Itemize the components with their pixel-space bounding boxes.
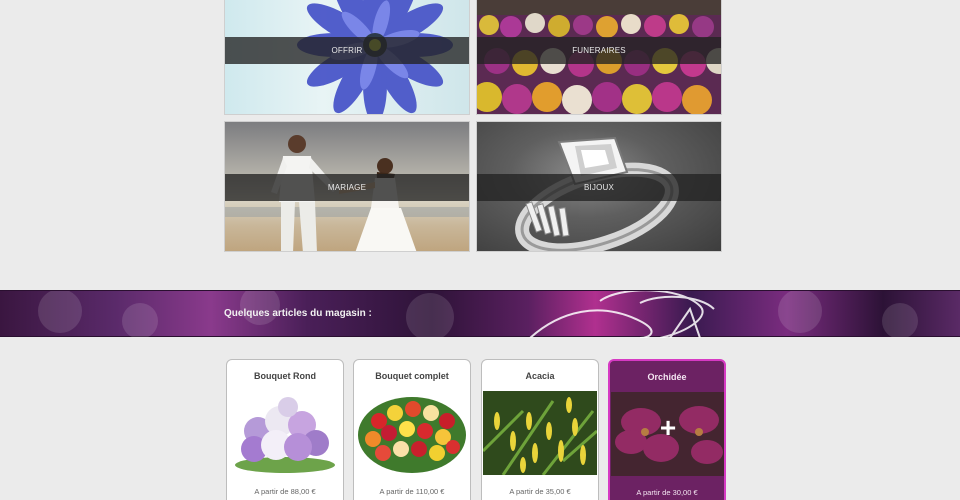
category-tile-funeraires[interactable]: FUNERAIRES <box>476 0 722 115</box>
product-price: A partir de 35,00 € <box>509 487 571 496</box>
product-image-orchidee: + <box>611 392 724 476</box>
product-image-bouquet-complet <box>355 391 469 475</box>
banner-decoration <box>38 291 918 338</box>
product-image-bouquet-rond <box>228 391 342 475</box>
product-price: A partir de 88,00 € <box>254 487 316 496</box>
product-card-acacia[interactable]: Acacia A partir de 35,00 € <box>481 359 599 500</box>
product-card-bouquet-rond[interactable]: Bouquet Rond A partir de 88,00 € <box>226 359 344 500</box>
category-label-offrir: OFFRIR <box>225 37 469 64</box>
product-name: Orchidée <box>647 372 687 382</box>
product-card-orchidee[interactable]: Orchidée + A partir de 30,00 € <box>608 359 726 500</box>
featured-banner: Quelques articles du magasin : <box>0 290 960 338</box>
category-label-bijoux: BIJOUX <box>477 174 721 201</box>
category-label-funeraires: FUNERAIRES <box>477 37 721 64</box>
product-name: Acacia <box>525 371 555 381</box>
product-price: A partir de 110,00 € <box>379 487 445 496</box>
category-tile-mariage[interactable]: MARIAGE <box>224 121 470 252</box>
product-price: A partir de 30,00 € <box>636 488 698 497</box>
product-card-bouquet-complet[interactable]: Bouquet complet A partir de 110,00 € <box>353 359 471 500</box>
product-name: Bouquet complet <box>375 371 449 381</box>
product-name: Bouquet Rond <box>254 371 316 381</box>
category-tile-offrir[interactable]: OFFRIR <box>224 0 470 115</box>
category-tile-bijoux[interactable]: BIJOUX <box>476 121 722 252</box>
product-image-acacia <box>483 391 597 475</box>
plus-icon[interactable]: + <box>611 414 724 442</box>
banner-title: Quelques articles du magasin : <box>224 308 372 319</box>
category-label-mariage: MARIAGE <box>225 174 469 201</box>
